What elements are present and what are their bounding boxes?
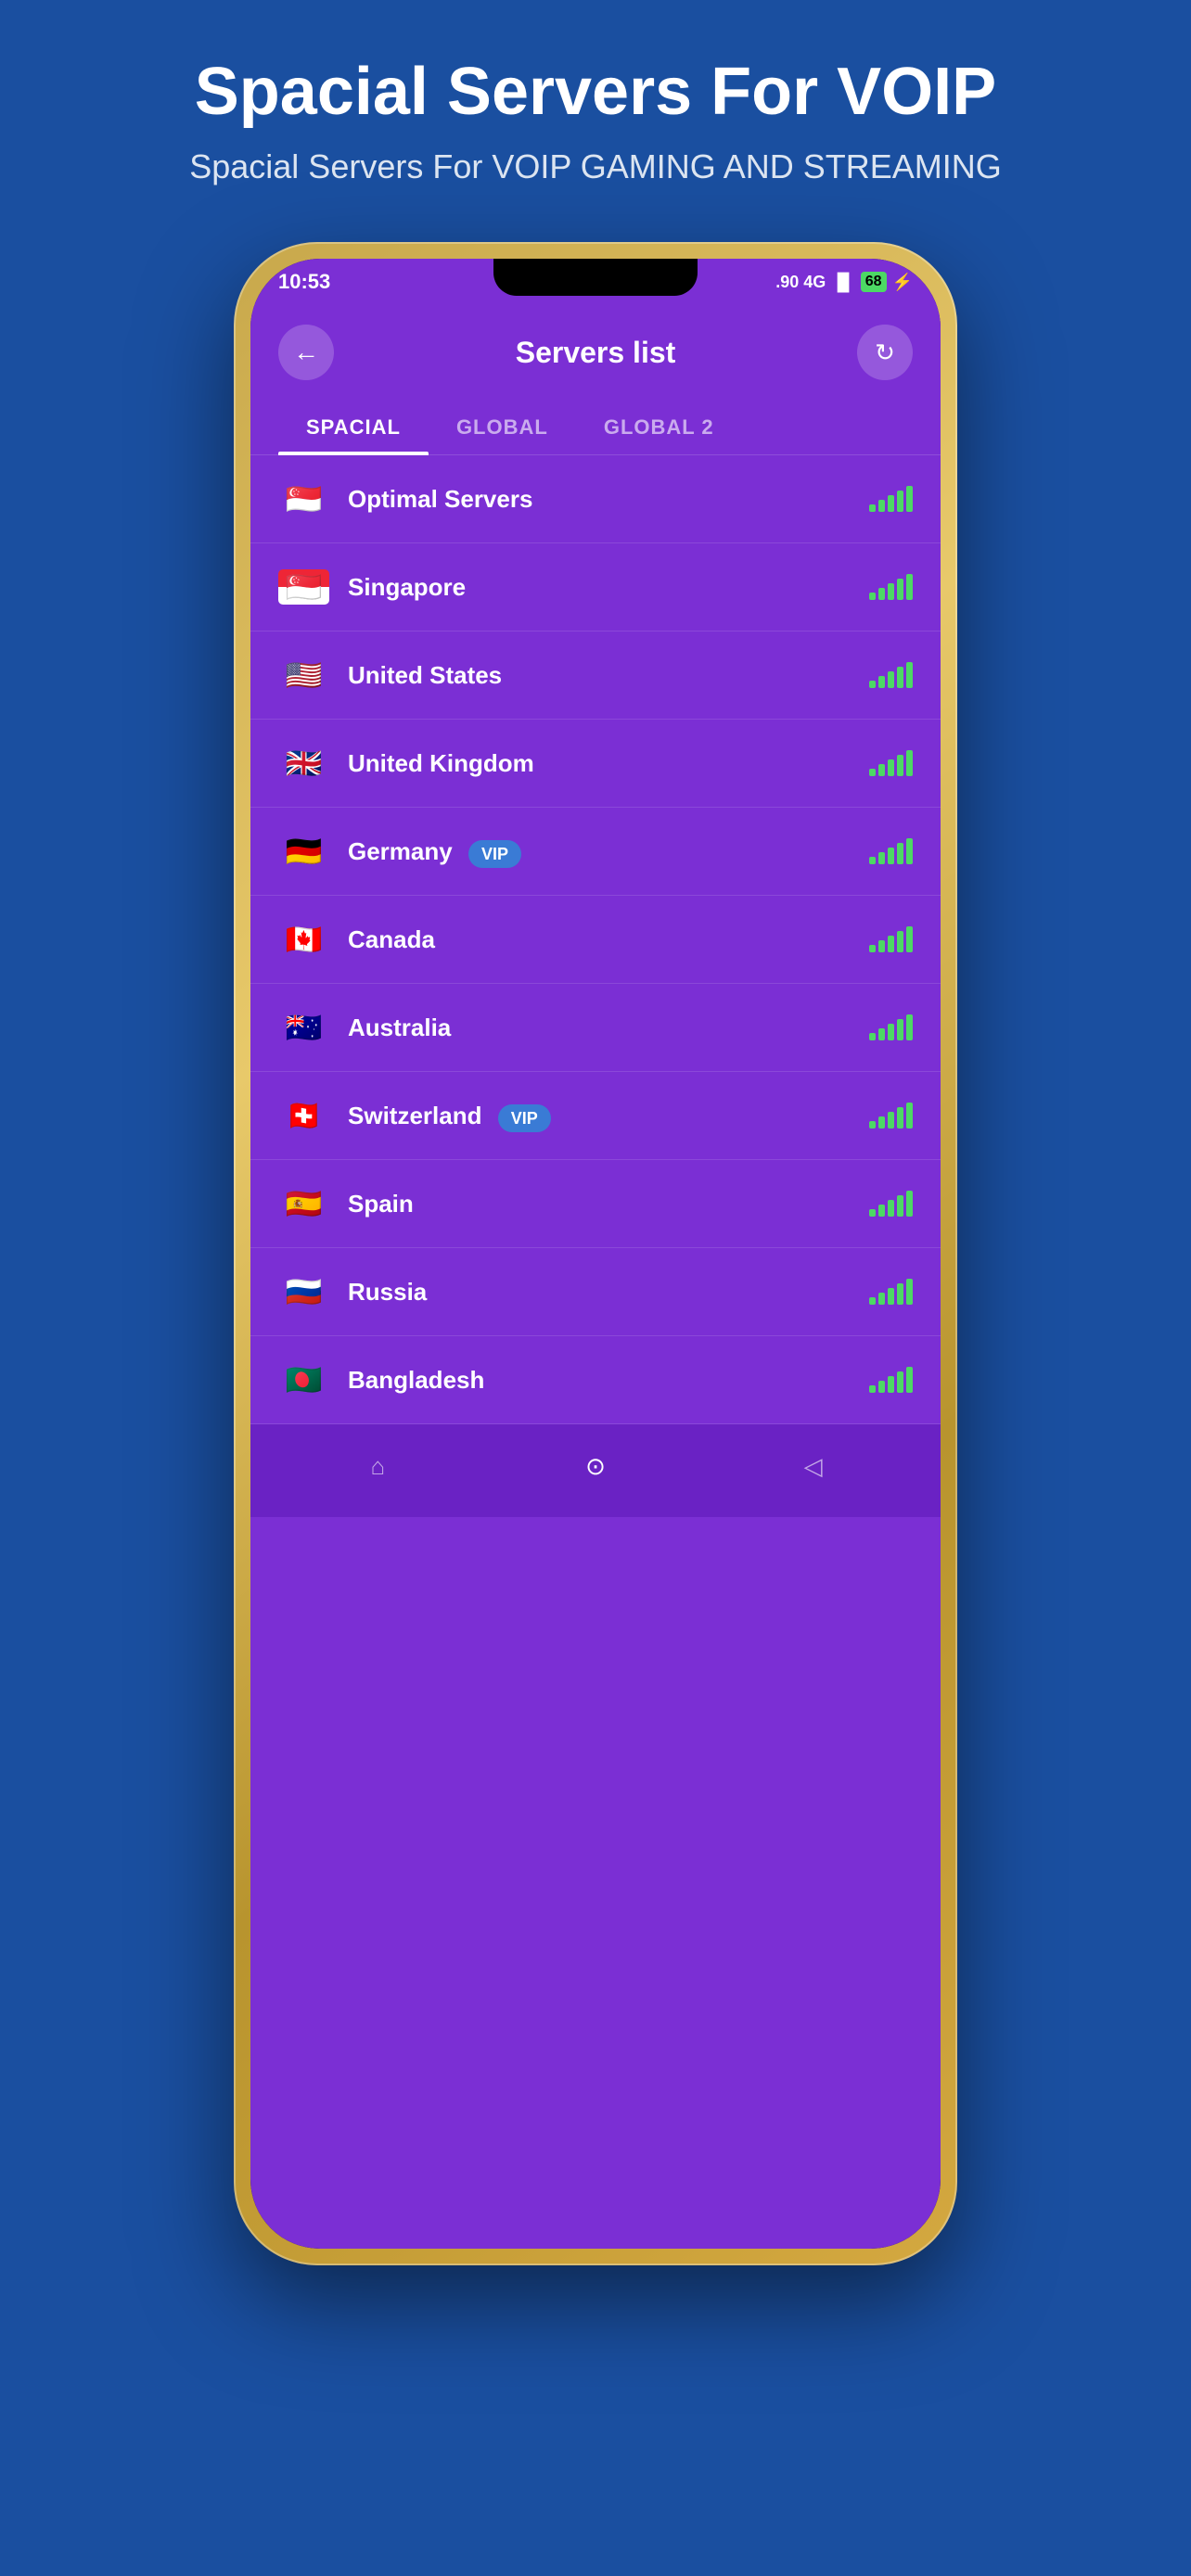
server-name: United States	[348, 661, 851, 690]
server-name: Canada	[348, 925, 851, 954]
flag-icon	[278, 922, 329, 957]
server-name: Germany VIP	[348, 837, 851, 866]
bottom-nav: ⌂ ⊙ ◁	[250, 1424, 941, 1517]
network-indicator: .90 4G	[775, 273, 826, 292]
center-icon: ⊙	[585, 1452, 606, 1481]
server-list: Optimal Servers Singapore United	[250, 455, 941, 1424]
signal-bars	[869, 1279, 913, 1305]
list-item[interactable]: Canada	[250, 896, 941, 984]
flag-icon	[278, 1186, 329, 1221]
nav-center-button[interactable]: ⊙	[563, 1443, 628, 1489]
back-button[interactable]: ←	[278, 325, 334, 380]
flag-icon	[278, 1274, 329, 1309]
signal-bars	[869, 838, 913, 864]
flag-icon	[278, 569, 329, 605]
nav-back-icon: ◁	[804, 1452, 823, 1481]
back-arrow-icon: ←	[293, 338, 319, 367]
flag-icon	[278, 1362, 329, 1397]
refresh-button[interactable]: ↻	[857, 325, 913, 380]
time: 10:53	[278, 270, 330, 294]
vip-badge: VIP	[498, 1104, 551, 1132]
page-title: Spacial Servers For VOIP	[37, 56, 1154, 129]
home-icon: ⌂	[370, 1452, 385, 1481]
server-name: Australia	[348, 1014, 851, 1042]
server-name: Spain	[348, 1190, 851, 1218]
list-item[interactable]: Australia	[250, 984, 941, 1072]
signal-bars	[869, 926, 913, 952]
signal-bars	[869, 1367, 913, 1393]
tab-global[interactable]: GLOBAL	[429, 399, 576, 454]
tab-global2[interactable]: GLOBAL 2	[576, 399, 742, 454]
flag-icon	[278, 746, 329, 781]
flag-icon	[278, 1010, 329, 1045]
server-name: Bangladesh	[348, 1366, 851, 1395]
nav-back-button[interactable]: ◁	[781, 1443, 846, 1489]
signal-bars	[869, 750, 913, 776]
flag-icon	[278, 834, 329, 869]
list-item[interactable]: Germany VIP	[250, 808, 941, 896]
signal-bars	[869, 486, 913, 512]
server-name: Russia	[348, 1278, 851, 1307]
signal-bars	[869, 1191, 913, 1217]
list-item[interactable]: Singapore	[250, 543, 941, 631]
signal-bars	[869, 1014, 913, 1040]
flag-icon	[278, 657, 329, 693]
server-name: Optimal Servers	[348, 485, 851, 514]
tab-spacial[interactable]: SPACIAL	[278, 399, 429, 454]
vip-badge: VIP	[468, 840, 521, 868]
flag-icon	[278, 1098, 329, 1133]
tabs-bar: SPACIAL GLOBAL GLOBAL 2	[250, 399, 941, 455]
signal-icon: ▐▌	[831, 273, 855, 292]
list-item[interactable]: Russia	[250, 1248, 941, 1336]
list-item[interactable]: Switzerland VIP	[250, 1072, 941, 1160]
signal-bars	[869, 662, 913, 688]
app-header: ← Servers list ↻	[250, 301, 941, 399]
signal-bars	[869, 574, 913, 600]
list-item[interactable]: Spain	[250, 1160, 941, 1248]
battery-indicator: 68	[861, 272, 887, 292]
phone-frame: 10:53 .90 4G ▐▌ 68 ⚡ ← Servers list ↻	[234, 242, 957, 2265]
list-item[interactable]: Bangladesh	[250, 1336, 941, 1424]
refresh-icon: ↻	[875, 338, 895, 367]
page-header: Spacial Servers For VOIP Spacial Servers…	[37, 56, 1154, 186]
signal-bars	[869, 1103, 913, 1129]
charging-icon: ⚡	[892, 273, 913, 292]
server-name: Switzerland VIP	[348, 1102, 851, 1130]
server-name: Singapore	[348, 573, 851, 602]
server-name: United Kingdom	[348, 749, 851, 778]
list-item[interactable]: Optimal Servers	[250, 455, 941, 543]
page-subtitle: Spacial Servers For VOIP GAMING AND STRE…	[37, 147, 1154, 186]
notch	[493, 259, 698, 296]
flag-icon	[278, 481, 329, 516]
status-bar: 10:53 .90 4G ▐▌ 68 ⚡	[250, 259, 941, 301]
list-item[interactable]: United States	[250, 631, 941, 720]
app-title: Servers list	[516, 336, 676, 370]
list-item[interactable]: United Kingdom	[250, 720, 941, 808]
nav-home-button[interactable]: ⌂	[345, 1443, 410, 1489]
